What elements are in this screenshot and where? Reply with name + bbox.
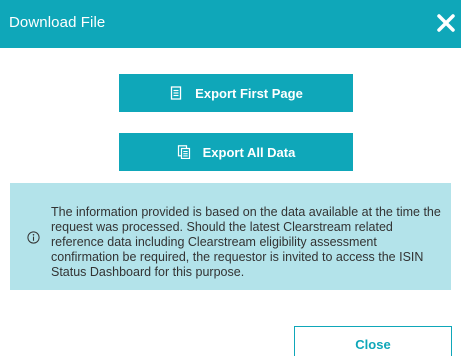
close-button[interactable]: Close bbox=[294, 326, 452, 356]
info-text: The information provided is based on the… bbox=[51, 205, 441, 279]
documents-icon bbox=[177, 145, 191, 160]
export-all-data-button[interactable]: Export All Data bbox=[119, 133, 353, 171]
export-first-page-button[interactable]: Export First Page bbox=[119, 74, 353, 112]
download-file-dialog: Download File Export First Page Export A… bbox=[0, 0, 461, 356]
dialog-title: Download File bbox=[9, 14, 106, 31]
close-icon[interactable] bbox=[435, 12, 457, 34]
info-notice: The information provided is based on the… bbox=[10, 183, 451, 290]
export-all-data-label: Export All Data bbox=[202, 144, 296, 160]
dialog-header: Download File bbox=[0, 0, 461, 48]
export-first-page-label: Export First Page bbox=[195, 85, 303, 101]
close-button-label: Close bbox=[355, 336, 391, 352]
document-icon bbox=[169, 86, 183, 100]
info-icon bbox=[27, 231, 40, 244]
